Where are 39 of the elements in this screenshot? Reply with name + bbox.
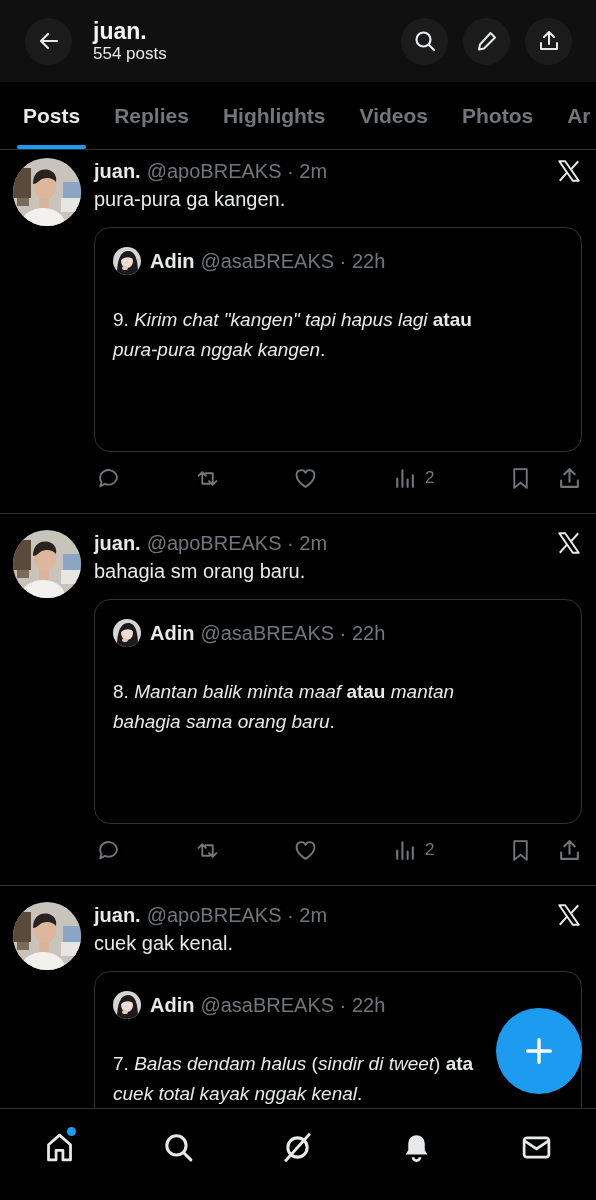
author-handle: @asaBREAKS · 22h [200,993,386,1017]
author-handle: @apoBREAKS · 2m [146,531,328,555]
quoted-text: 9. Kirim chat "kangen" tapi hapus lagi atau pura-pura nggak kangen. [113,308,472,362]
x-logo-icon [556,530,582,556]
profile-tab[interactable]: Replies [108,82,195,149]
author-name: Adin [150,621,195,645]
search-button[interactable] [401,17,448,65]
author-name: juan. [94,903,141,927]
post-count: 554 posts [93,43,168,64]
back-button[interactable] [25,17,72,65]
search-icon [412,29,437,53]
share-button[interactable] [525,17,572,65]
quoted-post[interactable]: Adin @asaBREAKS · 22h 8. Mantan balik minta maaf atau mantan bahagia sama orang baru. [94,599,582,824]
slashed-circle-icon [281,1130,314,1164]
views-button[interactable]: 2 [391,465,435,491]
profile-tab[interactable]: Photos [456,82,540,149]
x-logo-icon [556,902,582,928]
author-handle: @apoBREAKS · 2m [146,159,328,183]
edit-button[interactable] [463,17,510,65]
author-name: juan. [94,159,141,183]
views-button[interactable]: 2 [391,837,435,863]
post-text: pura-pura ga kangen. [94,187,287,212]
quoted-text: 8. Mantan balik minta maaf atau mantan bahagia sama orang baru. [113,680,455,734]
quoted-post[interactable]: Adin @asaBREAKS · 22h 9. Kirim chat "kangen" tapi hapus lagi atau pura-pura nggak kangen. [94,227,582,452]
author-name: juan. [94,531,141,555]
post-text: cuek gak kenal. [94,931,234,956]
profile-tab[interactable]: Posts [17,82,87,149]
x-logo-icon [556,158,582,184]
quoted-text: 7. Balas dendam halus (sindir di tweet) ata cuek total kayak nggak kenal. [113,1052,474,1106]
profile-tab[interactable]: Videos [353,82,435,149]
profile-tab[interactable]: Ar [561,82,596,149]
author-handle: @asaBREAKS · 22h [200,621,386,645]
profile-name: juan. [93,18,148,44]
profile-tab[interactable]: Highlights [216,82,332,149]
author-name: Adin [150,249,195,273]
author-handle: @asaBREAKS · 22h [200,249,386,273]
post-text: bahagia sm orang baru. [94,559,307,584]
author-name: Adin [150,993,195,1017]
author-handle: @apoBREAKS · 2m [146,903,328,927]
